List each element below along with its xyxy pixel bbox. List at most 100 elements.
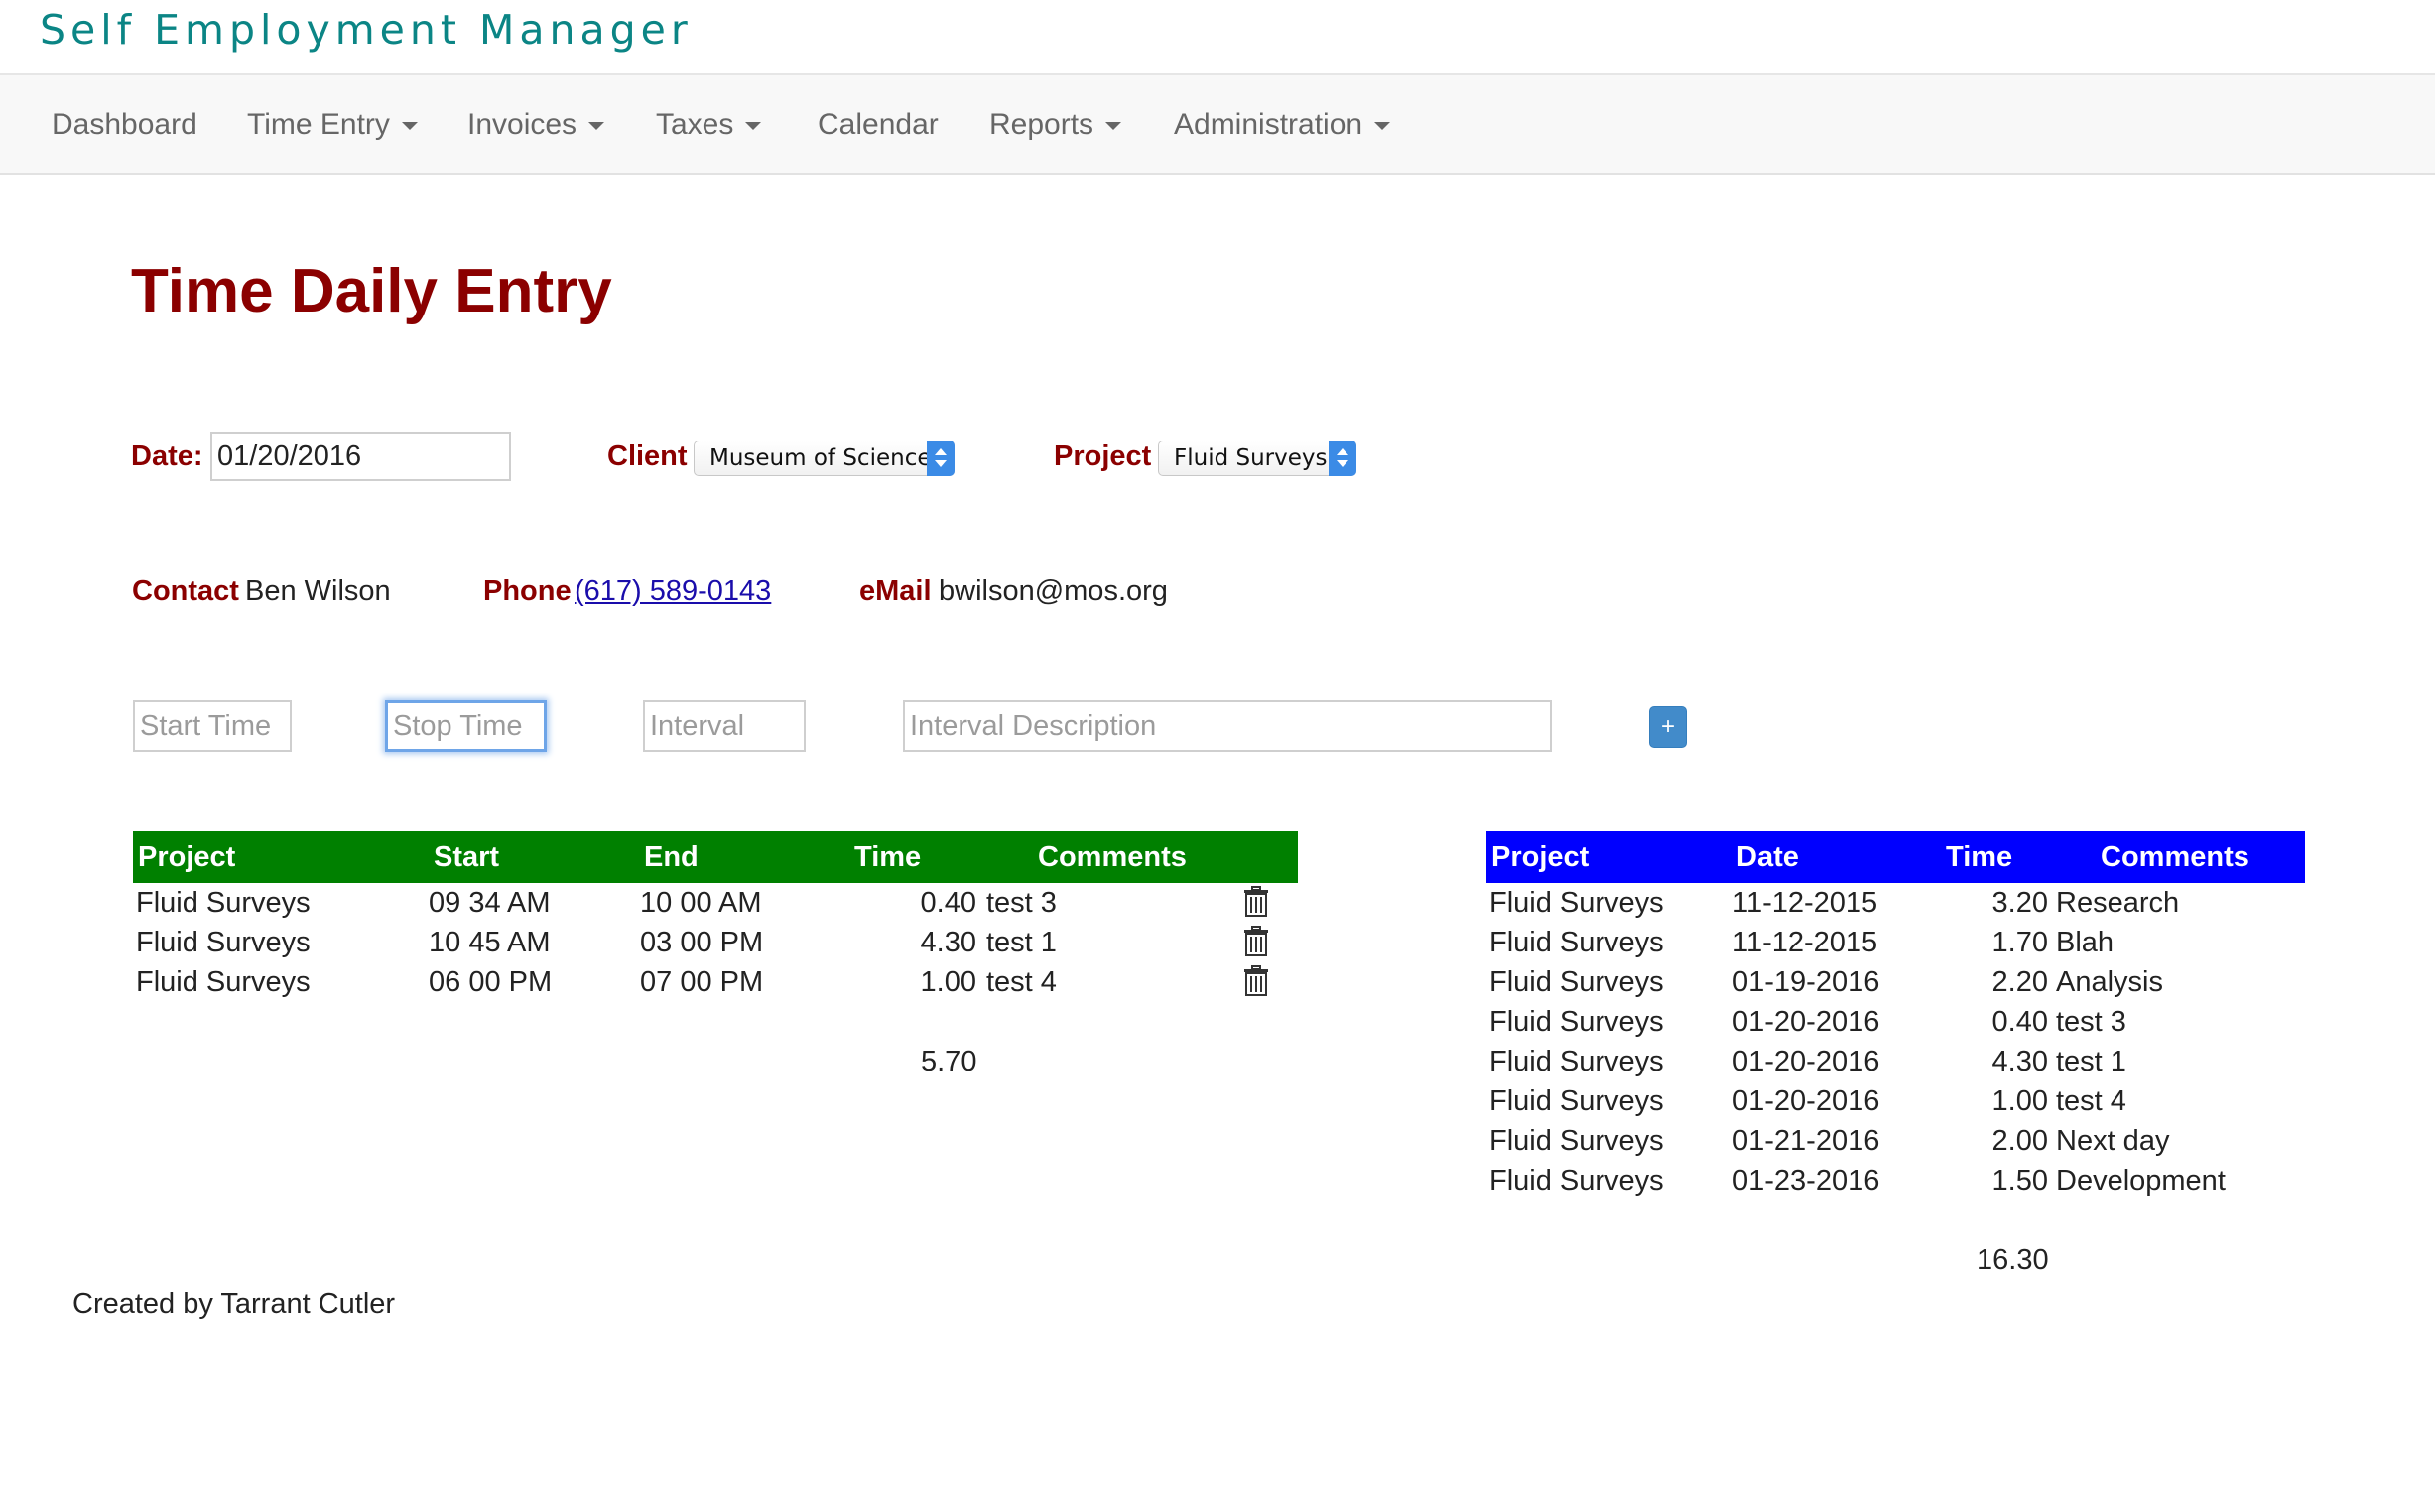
project-label: Project — [1054, 441, 1152, 472]
history-row-comment: test 1 — [2056, 1046, 2126, 1077]
caret-down-icon — [745, 122, 762, 131]
nav-invoices[interactable]: Invoices — [467, 75, 605, 175]
history-row-date: 01-20-2016 — [1732, 1006, 1880, 1038]
history-table-row: Fluid Surveys 01-23-2016 1.50 Developmen… — [1486, 1161, 2305, 1200]
history-row-time: 2.20 — [1991, 966, 2048, 998]
history-row-comment: Next day — [2056, 1125, 2170, 1157]
history-table-row: Fluid Surveys 01-21-2016 2.00 Next day — [1486, 1121, 2305, 1161]
daily-row-project: Fluid Surveys — [136, 966, 311, 998]
history-row-project: Fluid Surveys — [1489, 1006, 1664, 1038]
nav-administration-label: Administration — [1174, 108, 1363, 141]
daily-row-time: 0.40 — [920, 887, 976, 919]
daily-header-project: Project — [138, 841, 236, 873]
phone-link[interactable]: (617) 589-0143 — [575, 575, 771, 608]
daily-row-comment: test 3 — [986, 887, 1057, 919]
nav-dashboard-label: Dashboard — [52, 108, 197, 141]
nav-time-entry-label: Time Entry — [247, 108, 390, 141]
history-header-time: Time — [1946, 841, 2013, 873]
daily-row-project: Fluid Surveys — [136, 887, 311, 919]
history-row-date: 01-21-2016 — [1732, 1125, 1880, 1157]
history-row-comment: Research — [2056, 887, 2180, 919]
daily-table-row: Fluid Surveys 06 00 PM 07 00 PM 1.00 tes… — [133, 962, 1298, 1002]
daily-header-comments: Comments — [1038, 841, 1187, 873]
daily-header-start: Start — [434, 841, 500, 873]
history-table-row: Fluid Surveys 01-20-2016 1.00 test 4 — [1486, 1081, 2305, 1121]
nav-dashboard[interactable]: Dashboard — [52, 75, 197, 175]
daily-row-end: 03 00 PM — [640, 927, 764, 958]
history-row-comment: test 3 — [2056, 1006, 2126, 1038]
daily-total: 5.70 — [921, 1046, 977, 1077]
history-table-row: Fluid Surveys 11-12-2015 1.70 Blah — [1486, 923, 2305, 962]
email-label: eMail — [859, 575, 932, 607]
history-table-row: Fluid Surveys 11-12-2015 3.20 Research — [1486, 883, 2305, 923]
daily-header-end: End — [644, 841, 699, 873]
daily-table-header: Project Start End Time Comments — [133, 831, 1298, 883]
nav-reports[interactable]: Reports — [989, 75, 1122, 175]
history-total: 16.30 — [1977, 1244, 2049, 1276]
footer-credit: Created by Tarrant Cutler — [72, 1288, 396, 1320]
client-select-value: Museum of Science — [709, 445, 932, 471]
history-table-row: Fluid Surveys 01-19-2016 2.20 Analysis — [1486, 962, 2305, 1002]
history-row-time: 2.00 — [1991, 1125, 2048, 1157]
trash-icon[interactable] — [1242, 965, 1270, 997]
history-row-comment: Development — [2056, 1165, 2226, 1197]
history-row-time: 4.30 — [1991, 1046, 2048, 1077]
daily-table-row: Fluid Surveys 10 45 AM 03 00 PM 4.30 tes… — [133, 923, 1298, 962]
interval-input[interactable] — [643, 700, 806, 752]
nav-calendar[interactable]: Calendar — [818, 75, 939, 175]
history-row-time: 3.20 — [1991, 887, 2048, 919]
daily-row-start: 09 34 AM — [429, 887, 551, 919]
history-row-date: 01-20-2016 — [1732, 1046, 1880, 1077]
nav-administration[interactable]: Administration — [1174, 75, 1391, 175]
nav-reports-label: Reports — [989, 108, 1094, 141]
history-row-project: Fluid Surveys — [1489, 1085, 1664, 1117]
project-select[interactable]: Fluid Surveys — [1158, 441, 1356, 476]
daily-row-start: 10 45 AM — [429, 927, 551, 958]
client-select[interactable]: Museum of Science — [694, 441, 955, 476]
history-header-date: Date — [1736, 841, 1799, 873]
project-select-value: Fluid Surveys — [1174, 445, 1328, 471]
trash-icon[interactable] — [1242, 926, 1270, 957]
history-table-row: Fluid Surveys 01-20-2016 4.30 test 1 — [1486, 1042, 2305, 1081]
stop-time-input[interactable] — [385, 700, 547, 752]
daily-row-time: 1.00 — [920, 966, 976, 998]
history-row-date: 01-23-2016 — [1732, 1165, 1880, 1197]
email-value: bwilson@mos.org — [939, 575, 1168, 607]
history-row-comment: Analysis — [2056, 966, 2163, 998]
daily-row-end: 07 00 PM — [640, 966, 764, 998]
date-input[interactable] — [210, 432, 511, 481]
nav-invoices-label: Invoices — [467, 108, 577, 141]
history-row-date: 01-20-2016 — [1732, 1085, 1880, 1117]
history-row-project: Fluid Surveys — [1489, 927, 1664, 958]
start-time-input[interactable] — [133, 700, 292, 752]
nav-time-entry[interactable]: Time Entry — [247, 75, 418, 175]
add-entry-button[interactable]: + — [1649, 706, 1687, 748]
contact-label: Contact — [132, 575, 239, 607]
history-row-time: 1.00 — [1991, 1085, 2048, 1117]
trash-icon[interactable] — [1242, 886, 1270, 918]
caret-down-icon — [1105, 122, 1122, 131]
history-row-comment: test 4 — [2056, 1085, 2126, 1117]
daily-row-comment: test 4 — [986, 966, 1057, 998]
nav-calendar-label: Calendar — [818, 108, 939, 141]
history-row-project: Fluid Surveys — [1489, 966, 1664, 998]
history-row-time: 1.50 — [1991, 1165, 2048, 1197]
daily-row-start: 06 00 PM — [429, 966, 553, 998]
history-table-row: Fluid Surveys 01-20-2016 0.40 test 3 — [1486, 1002, 2305, 1042]
app-title: Self Employment Manager — [40, 6, 693, 54]
history-row-date: 11-12-2015 — [1732, 887, 1878, 919]
history-row-project: Fluid Surveys — [1489, 1125, 1664, 1157]
history-row-time: 0.40 — [1991, 1006, 2048, 1038]
history-header-project: Project — [1491, 841, 1590, 873]
history-row-project: Fluid Surveys — [1489, 1046, 1664, 1077]
select-arrows-icon — [927, 441, 955, 476]
caret-down-icon — [1374, 122, 1391, 131]
caret-down-icon — [588, 122, 605, 131]
caret-down-icon — [401, 122, 418, 131]
daily-row-time: 4.30 — [920, 927, 976, 958]
contact-name: Ben Wilson — [245, 575, 391, 607]
history-row-date: 01-19-2016 — [1732, 966, 1880, 998]
nav-taxes[interactable]: Taxes — [656, 75, 762, 175]
history-table-header: Project Date Time Comments — [1486, 831, 2305, 883]
interval-description-input[interactable] — [903, 700, 1552, 752]
